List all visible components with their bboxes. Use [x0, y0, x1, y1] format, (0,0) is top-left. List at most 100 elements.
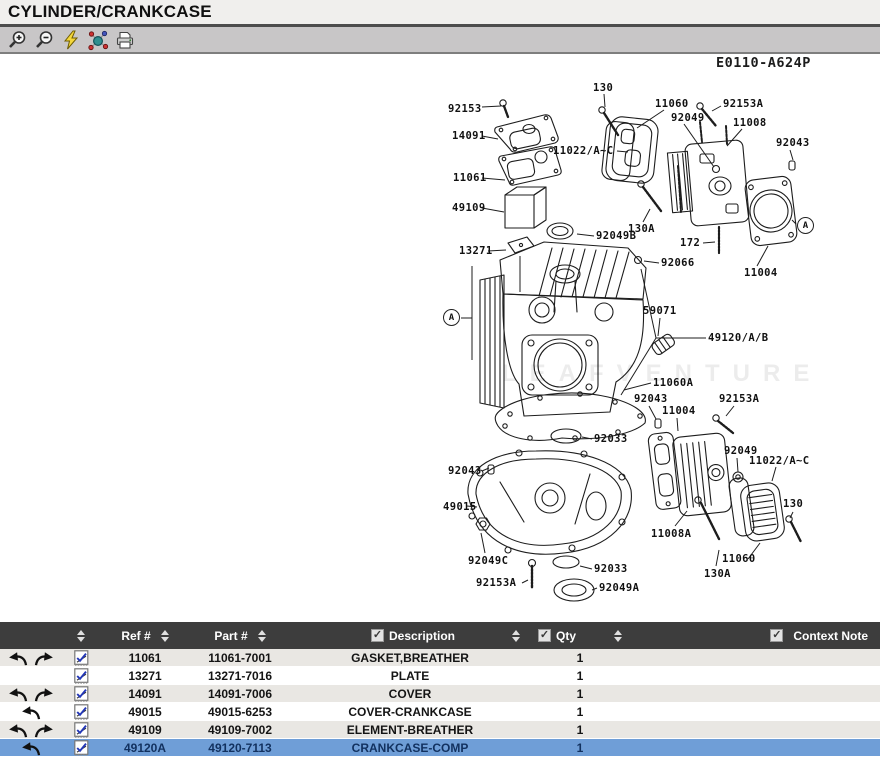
part-label[interactable]: 130: [783, 498, 803, 510]
undo-arrow-icon[interactable]: [6, 686, 30, 702]
part-label[interactable]: 11060: [722, 553, 756, 565]
view-callout[interactable]: A: [443, 309, 460, 326]
row-actions: [0, 722, 62, 738]
table-row[interactable]: 49120A49120-7113CRANKCASE-COMP1: [0, 739, 880, 757]
view-callout[interactable]: A: [797, 217, 814, 234]
part-cell: 49109-7002: [190, 723, 290, 737]
part-label[interactable]: 92033: [594, 433, 628, 445]
part-label[interactable]: 49109: [452, 202, 486, 214]
part-label[interactable]: 11022/A~C: [749, 455, 810, 467]
table-row[interactable]: 1409114091-7006COVER1: [0, 685, 880, 703]
redo-arrow-icon[interactable]: [32, 650, 56, 666]
part-label[interactable]: 92153A: [476, 577, 516, 589]
printer-icon: [114, 29, 136, 51]
part-label[interactable]: 92049C: [468, 555, 508, 567]
part-label[interactable]: 92153A: [723, 98, 763, 110]
parts-catalog-window: { "window": { "title": "CYLINDER/CRANKCA…: [0, 0, 880, 757]
ref-cell: 49109: [100, 723, 190, 737]
part-label[interactable]: 92049: [671, 112, 705, 124]
part-label[interactable]: 11022/A~C: [553, 145, 614, 157]
edit-note-icon[interactable]: [73, 668, 89, 684]
part-label[interactable]: 130A: [704, 568, 731, 580]
part-label[interactable]: 11008A: [651, 528, 691, 540]
part-label[interactable]: 11060: [655, 98, 689, 110]
redo-arrow-icon[interactable]: [32, 686, 56, 702]
parts-table: Ref # Part # ✓ Description ✓ Qty ✓ Conte…: [0, 622, 880, 757]
description-header-label: Description: [389, 629, 455, 643]
sort-note-icon[interactable]: [77, 630, 85, 642]
part-label[interactable]: 11004: [744, 267, 778, 279]
part-label[interactable]: 11060A: [653, 377, 693, 389]
part-label[interactable]: 49120/A/B: [708, 332, 769, 344]
part-label[interactable]: 92043: [776, 137, 810, 149]
part-label[interactable]: 172: [680, 237, 700, 249]
part-cell: 49015-6253: [190, 705, 290, 719]
part-cell: 14091-7006: [190, 687, 290, 701]
table-row[interactable]: 1106111061-7001GASKET,BREATHER1: [0, 649, 880, 667]
part-label[interactable]: 11061: [453, 172, 487, 184]
part-label[interactable]: 130: [593, 82, 613, 94]
lightning-icon: [60, 29, 82, 51]
zoom-out-icon: [33, 29, 55, 51]
context-note-checkbox[interactable]: ✓: [770, 629, 783, 642]
table-row[interactable]: 4901549015-6253COVER-CRANKCASE1: [0, 703, 880, 721]
edit-note-icon[interactable]: [73, 704, 89, 720]
edit-note-icon[interactable]: [73, 686, 89, 702]
part-label[interactable]: 92043: [448, 465, 482, 477]
part-label[interactable]: 92049A: [599, 582, 639, 594]
hotspot-links-button[interactable]: [86, 29, 110, 51]
zoom-in-button[interactable]: [5, 29, 29, 51]
undo-arrow-icon[interactable]: [19, 740, 43, 756]
table-row[interactable]: 4910949109-7002ELEMENT-BREATHER1: [0, 721, 880, 739]
undo-arrow-icon[interactable]: [19, 704, 43, 720]
ref-header-label: Ref #: [121, 629, 150, 643]
part-header-label: Part #: [214, 629, 247, 643]
qty-cell: 1: [530, 669, 630, 683]
undo-arrow-icon[interactable]: [6, 722, 30, 738]
part-label[interactable]: 92066: [661, 257, 695, 269]
part-label[interactable]: 11004: [662, 405, 696, 417]
row-actions: [0, 704, 62, 720]
qty-checkbox[interactable]: ✓: [538, 629, 551, 642]
part-label[interactable]: 13271: [459, 245, 493, 257]
row-actions: [0, 686, 62, 702]
sort-ref-icon[interactable]: [161, 630, 169, 642]
part-cell: 11061-7001: [190, 651, 290, 665]
edit-note-icon[interactable]: [73, 722, 89, 738]
diagram-viewport[interactable]: LEAFVENTURE E0110-A624P 9215314091110614…: [0, 54, 880, 622]
print-button[interactable]: [113, 29, 137, 51]
sort-part-icon[interactable]: [258, 630, 266, 642]
ref-cell: 49015: [100, 705, 190, 719]
qty-header-label: Qty: [556, 629, 576, 643]
redo-arrow-icon[interactable]: [32, 722, 56, 738]
sort-description-icon[interactable]: [512, 630, 520, 642]
part-label[interactable]: 92153A: [719, 393, 759, 405]
undo-arrow-icon[interactable]: [6, 650, 30, 666]
description-checkbox[interactable]: ✓: [371, 629, 384, 642]
part-label[interactable]: 11008: [733, 117, 767, 129]
part-label[interactable]: 92049B: [596, 230, 636, 242]
zoom-out-button[interactable]: [32, 29, 56, 51]
part-label[interactable]: 14091: [452, 130, 486, 142]
part-label[interactable]: 92043: [634, 393, 668, 405]
edit-note-icon[interactable]: [73, 650, 89, 666]
hotspot-links-icon: [87, 29, 109, 51]
part-label[interactable]: 92033: [594, 563, 628, 575]
sort-qty-icon[interactable]: [614, 630, 622, 642]
toolbar: [0, 27, 880, 54]
description-cell: CRANKCASE-COMP: [290, 741, 530, 755]
qty-cell: 1: [530, 723, 630, 737]
qty-cell: 1: [530, 651, 630, 665]
row-actions: [0, 740, 62, 756]
part-label[interactable]: 59071: [643, 305, 677, 317]
diagram-code: E0110-A624P: [716, 55, 811, 71]
edit-note-icon[interactable]: [73, 740, 89, 756]
table-row[interactable]: 1327113271-7016PLATE1: [0, 667, 880, 685]
part-label[interactable]: 92153: [448, 103, 482, 115]
context-note-header-label: Context Note: [793, 629, 868, 643]
ref-cell: 11061: [100, 651, 190, 665]
row-actions: [0, 650, 62, 666]
page-title: CYLINDER/CRANKCASE: [8, 2, 212, 22]
flash-highlight-button[interactable]: [59, 29, 83, 51]
part-label[interactable]: 49015: [443, 501, 477, 513]
